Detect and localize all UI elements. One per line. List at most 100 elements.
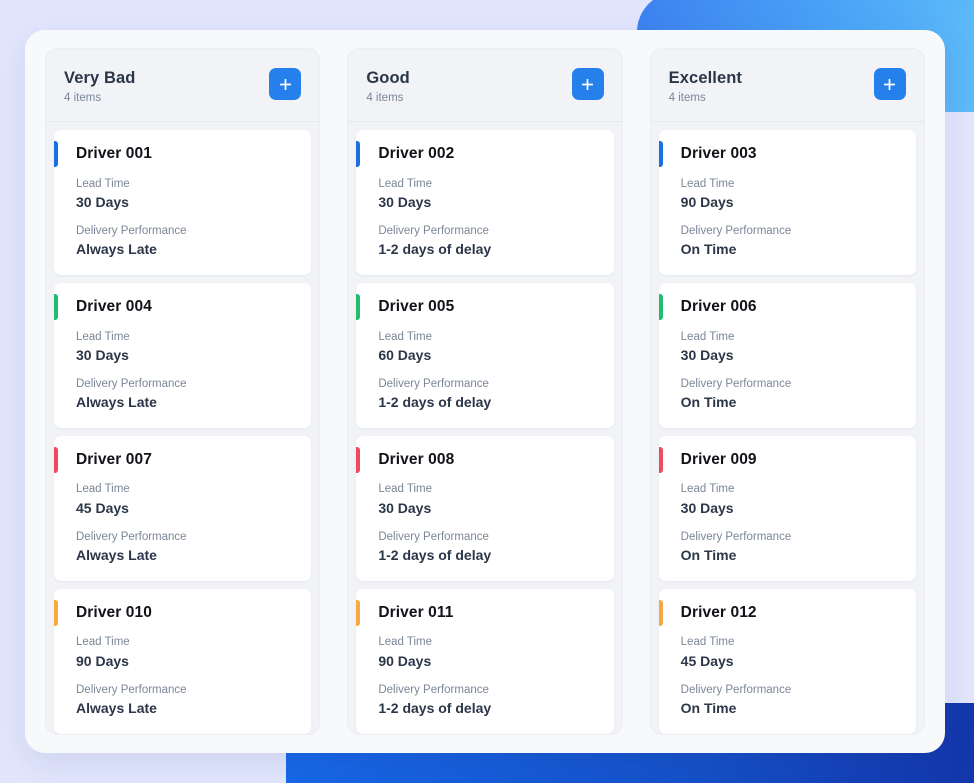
- card-title: Driver 002: [378, 145, 455, 163]
- delivery-performance-label: Delivery Performance: [680, 224, 792, 237]
- card-title: Driver 009: [680, 451, 757, 469]
- card-accent-bar: [356, 600, 361, 627]
- delivery-performance-value: Always Late: [76, 547, 157, 564]
- card-accent-bar: [658, 294, 663, 321]
- column-title: Good: [366, 69, 410, 87]
- card-title: Driver 012: [680, 604, 757, 622]
- card-accent-bar: [658, 447, 663, 474]
- delivery-performance-label: Delivery Performance: [76, 224, 187, 237]
- lead-time-field: Lead Time 30 Days: [681, 330, 900, 365]
- add-card-button[interactable]: [269, 68, 302, 100]
- lead-time-label: Lead Time: [680, 483, 735, 496]
- driver-card[interactable]: Driver 004 Lead Time 30 Days Delivery Perfo…: [54, 283, 312, 429]
- delivery-performance-value: Always Late: [76, 394, 157, 411]
- lead-time-label: Lead Time: [76, 330, 130, 343]
- lead-time-value: 30 Days: [378, 499, 432, 516]
- lead-time-value: 30 Days: [76, 194, 129, 211]
- card-list: Driver 001 Lead Time 30 Days Delivery Perfo…: [46, 122, 319, 734]
- lead-time-value: 30 Days: [378, 194, 432, 211]
- card-title: Driver 007: [76, 451, 152, 469]
- kanban-column: Good 4 items Driver 002 Lead Time 30 Days Del…: [347, 48, 623, 735]
- card-title: Driver 003: [680, 145, 757, 163]
- delivery-performance-value: 1-2 days of delay: [378, 547, 492, 564]
- driver-card[interactable]: Driver 007 Lead Time 45 Days Delivery Perfo…: [54, 436, 312, 582]
- lead-time-label: Lead Time: [378, 483, 433, 496]
- card-accent-bar: [658, 600, 663, 627]
- card-title: Driver 005: [378, 298, 455, 316]
- column-heading: Good 4 items: [366, 68, 409, 105]
- delivery-performance-value: On Time: [680, 394, 737, 411]
- lead-time-value: 90 Days: [680, 194, 734, 211]
- add-card-button[interactable]: [873, 68, 906, 100]
- driver-card[interactable]: Driver 008 Lead Time 30 Days Delivery Perfo…: [356, 436, 614, 582]
- delivery-performance-label: Delivery Performance: [378, 683, 489, 696]
- kanban-column: Very Bad 4 items Driver 001 Lead Time 30 Day…: [45, 48, 321, 735]
- lead-time-field: Lead Time 90 Days: [378, 635, 597, 670]
- driver-card[interactable]: Driver 003 Lead Time 90 Days Delivery Perfo…: [658, 130, 916, 276]
- lead-time-value: 45 Days: [680, 652, 734, 669]
- delivery-performance-field: Delivery Performance 1-2 days of delay: [378, 224, 597, 259]
- card-list: Driver 002 Lead Time 30 Days Delivery Perfo…: [348, 122, 621, 734]
- column-title: Excellent: [668, 69, 743, 87]
- delivery-performance-field: Delivery Performance Always Late: [76, 224, 295, 259]
- driver-card[interactable]: Driver 002 Lead Time 30 Days Delivery Perfo…: [356, 130, 614, 276]
- lead-time-label: Lead Time: [680, 636, 735, 649]
- lead-time-field: Lead Time 30 Days: [681, 482, 900, 517]
- card-accent-bar: [356, 447, 361, 474]
- lead-time-value: 30 Days: [680, 499, 734, 516]
- delivery-performance-field: Delivery Performance Always Late: [76, 377, 295, 412]
- delivery-performance-value: On Time: [680, 700, 737, 717]
- lead-time-field: Lead Time 90 Days: [681, 177, 900, 212]
- lead-time-label: Lead Time: [76, 636, 130, 649]
- kanban-board-panel: Very Bad 4 items Driver 001 Lead Time 30 Day…: [25, 30, 945, 753]
- column-heading: Excellent 4 items: [669, 68, 742, 105]
- delivery-performance-label: Delivery Performance: [680, 530, 792, 543]
- kanban-column: Excellent 4 items Driver 003 Lead Time 90 Da…: [649, 48, 925, 735]
- column-item-count: 4 items: [64, 91, 102, 104]
- delivery-performance-value: Always Late: [76, 241, 157, 258]
- lead-time-label: Lead Time: [680, 330, 735, 343]
- plus-icon: [279, 78, 291, 90]
- delivery-performance-label: Delivery Performance: [378, 377, 489, 390]
- lead-time-field: Lead Time 30 Days: [378, 177, 597, 212]
- card-title: Driver 010: [76, 604, 152, 622]
- driver-card[interactable]: Driver 006 Lead Time 30 Days Delivery Perfo…: [658, 283, 916, 429]
- delivery-performance-field: Delivery Performance On Time: [681, 683, 900, 718]
- lead-time-field: Lead Time 45 Days: [681, 635, 900, 670]
- delivery-performance-field: Delivery Performance 1-2 days of delay: [378, 377, 597, 412]
- add-card-button[interactable]: [571, 68, 604, 100]
- lead-time-value: 30 Days: [680, 347, 734, 364]
- delivery-performance-value: 1-2 days of delay: [378, 394, 492, 411]
- delivery-performance-label: Delivery Performance: [378, 224, 489, 237]
- driver-card[interactable]: Driver 009 Lead Time 30 Days Delivery Perfo…: [658, 436, 916, 582]
- lead-time-value: 30 Days: [76, 347, 129, 364]
- lead-time-label: Lead Time: [378, 636, 433, 649]
- lead-time-field: Lead Time 90 Days: [76, 635, 295, 670]
- delivery-performance-field: Delivery Performance Always Late: [76, 530, 295, 565]
- driver-card[interactable]: Driver 010 Lead Time 90 Days Delivery Perfo…: [54, 589, 312, 734]
- lead-time-value: 60 Days: [378, 347, 432, 364]
- delivery-performance-value: 1-2 days of delay: [378, 241, 492, 258]
- delivery-performance-field: Delivery Performance On Time: [681, 377, 900, 412]
- card-list: Driver 003 Lead Time 90 Days Delivery Perfo…: [651, 122, 924, 734]
- driver-card[interactable]: Driver 011 Lead Time 90 Days Delivery Perfo…: [356, 589, 614, 734]
- delivery-performance-value: On Time: [680, 547, 737, 564]
- delivery-performance-field: Delivery Performance On Time: [681, 530, 900, 565]
- delivery-performance-label: Delivery Performance: [76, 377, 187, 390]
- lead-time-label: Lead Time: [76, 177, 130, 190]
- delivery-performance-label: Delivery Performance: [76, 683, 187, 696]
- card-accent-bar: [356, 141, 361, 168]
- column-heading: Very Bad 4 items: [64, 68, 135, 105]
- card-title: Driver 011: [378, 604, 454, 622]
- lead-time-value: 45 Days: [76, 499, 129, 516]
- driver-card[interactable]: Driver 001 Lead Time 30 Days Delivery Perfo…: [54, 130, 312, 276]
- driver-card[interactable]: Driver 005 Lead Time 60 Days Delivery Perfo…: [356, 283, 614, 429]
- lead-time-label: Lead Time: [680, 177, 735, 190]
- lead-time-value: 90 Days: [378, 652, 432, 669]
- card-accent-bar: [54, 447, 58, 474]
- card-accent-bar: [54, 294, 58, 321]
- delivery-performance-field: Delivery Performance Always Late: [76, 683, 295, 718]
- driver-card[interactable]: Driver 012 Lead Time 45 Days Delivery Perfo…: [658, 589, 916, 734]
- delivery-performance-value: On Time: [680, 241, 737, 258]
- delivery-performance-label: Delivery Performance: [378, 530, 489, 543]
